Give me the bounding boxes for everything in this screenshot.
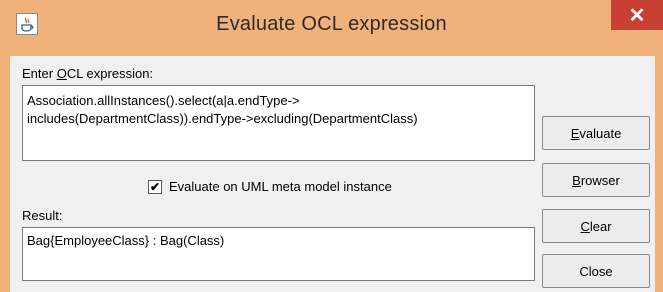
close-label: Close — [579, 263, 613, 279]
evaluate-button[interactable]: Evaluate — [542, 116, 650, 150]
dialog-content: Enter OCL expression: Association.allIns… — [10, 56, 655, 292]
close-button[interactable]: Close — [542, 254, 650, 288]
clear-button[interactable]: Clear — [542, 209, 650, 243]
expression-label: Enter OCL expression: — [22, 66, 153, 81]
result-output[interactable]: Bag{EmployeeClass} : Bag(Class) — [22, 227, 535, 281]
expression-label-mnemonic: O — [56, 66, 67, 81]
clear-label-rest: lear — [589, 218, 612, 234]
browser-mnemonic: B — [572, 172, 581, 188]
evaluate-label-rest: valuate — [579, 125, 622, 141]
close-window-button[interactable]: ✕ — [611, 0, 663, 30]
result-label: Result: — [22, 208, 63, 223]
checkmark-icon: ✔ — [149, 180, 161, 194]
clear-mnemonic: C — [580, 218, 590, 234]
evaluate-ocl-dialog: Evaluate OCL expression ✕ Enter OCL expr… — [0, 0, 663, 292]
evaluate-mnemonic: E — [570, 125, 580, 141]
expression-label-suffix: CL expression: — [66, 66, 154, 81]
title-bar[interactable]: Evaluate OCL expression ✕ — [0, 0, 663, 56]
meta-model-checkbox-label[interactable]: Evaluate on UML meta model instance — [169, 179, 392, 194]
close-icon: ✕ — [628, 4, 646, 27]
window-title: Evaluate OCL expression — [216, 13, 447, 35]
expression-label-prefix: Enter — [22, 66, 57, 81]
browser-button[interactable]: Browser — [542, 163, 650, 197]
ocl-expression-input[interactable]: Association.allInstances().select(a|a.en… — [22, 85, 535, 161]
meta-model-checkbox[interactable]: ✔ — [148, 180, 162, 194]
browser-label-rest: rowser — [580, 172, 620, 188]
